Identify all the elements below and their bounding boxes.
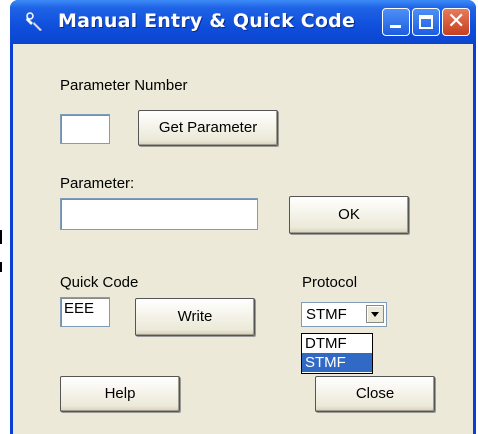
write-button[interactable]: Write	[135, 298, 255, 336]
ok-button[interactable]: OK	[289, 196, 409, 234]
protocol-select[interactable]: STMF	[301, 302, 387, 327]
write-label: Write	[177, 308, 213, 325]
close-window-button[interactable]: ✕	[442, 8, 470, 36]
minimize-icon	[390, 25, 401, 28]
quick-code-label: Quick Code	[60, 274, 139, 291]
get-parameter-button[interactable]: Get Parameter	[138, 110, 278, 146]
maximize-icon	[419, 15, 433, 29]
chevron-down-icon[interactable]	[366, 305, 384, 323]
maximize-button[interactable]	[412, 8, 440, 36]
parameter-number-label: Parameter Number	[60, 77, 188, 94]
get-parameter-label: Get Parameter	[158, 119, 258, 136]
ok-label: OK	[338, 206, 360, 223]
app-icon	[26, 12, 42, 31]
quick-code-input[interactable]: EEE	[60, 297, 110, 327]
title-bar[interactable]: Manual Entry & Quick Code ✕	[10, 0, 476, 44]
close-button[interactable]: Close	[315, 376, 435, 412]
background-mark	[0, 262, 2, 272]
background-mark	[0, 230, 2, 244]
protocol-option-stmf[interactable]: STMF	[302, 353, 372, 372]
dialog-window: Manual Entry & Quick Code ✕ Parameter Nu…	[10, 0, 476, 434]
window-title: Manual Entry & Quick Code	[58, 10, 356, 32]
protocol-selected-value: STMF	[306, 306, 347, 323]
protocol-label: Protocol	[302, 274, 358, 291]
parameter-input[interactable]	[60, 198, 258, 230]
parameter-label: Parameter:	[60, 175, 135, 192]
parameter-number-input[interactable]	[60, 114, 110, 144]
dialog-client-area: Parameter Number Get Parameter Parameter…	[13, 44, 473, 434]
minimize-button[interactable]	[382, 8, 410, 36]
protocol-option-dtmf[interactable]: DTMF	[302, 334, 372, 353]
close-icon: ✕	[447, 9, 466, 34]
help-label: Help	[104, 385, 136, 402]
help-button[interactable]: Help	[60, 376, 180, 412]
close-label: Close	[355, 385, 395, 402]
protocol-dropdown-list: DTMF STMF	[301, 333, 373, 374]
